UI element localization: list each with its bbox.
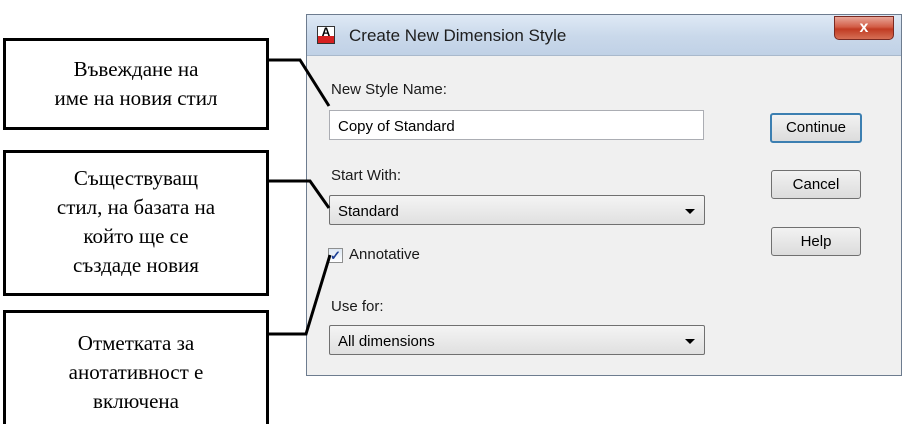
callout-annotative-line3: включена xyxy=(93,389,179,413)
callout-base-line1: Съществуващ xyxy=(73,166,199,190)
leader-line-annotative xyxy=(266,254,332,336)
callout-annotative-line2: анотативност е xyxy=(68,360,204,384)
callout-name-line1: Въвеждане на xyxy=(73,57,199,81)
callout-name-line2: име на новия стил xyxy=(54,86,218,110)
callout-name: Въвеждане на име на новия стил xyxy=(3,38,269,130)
callout-base-line3: който ще се xyxy=(83,224,189,248)
callout-base-line2: стил, на базата на xyxy=(56,195,216,219)
callout-base: Съществуващ стил, на базата на който ще … xyxy=(3,150,269,296)
callout-base-line4: създаде новия xyxy=(73,253,199,277)
callout-annotative: Отметката за анотативност е включена xyxy=(3,310,269,424)
leader-line-base xyxy=(266,179,331,209)
leader-line-name xyxy=(266,58,331,107)
callout-annotative-line1: Отметката за xyxy=(77,331,195,355)
